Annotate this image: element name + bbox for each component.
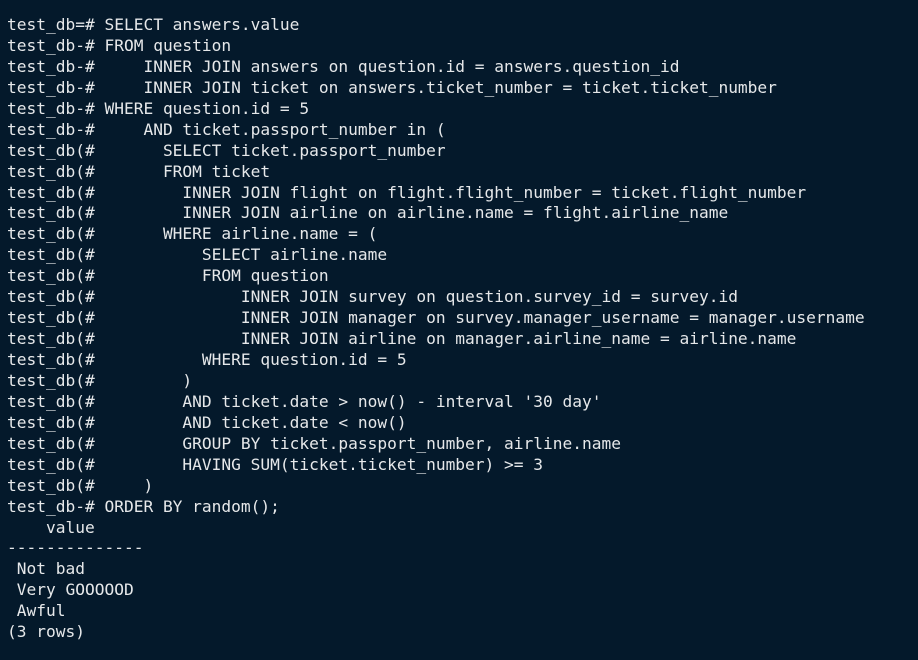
psql-prompt: test_db(# — [7, 350, 95, 369]
psql-prompt: test_db(# — [7, 391, 95, 411]
terminal-line: test_db(# AND ticket.date > now() - inte… — [7, 392, 918, 413]
sql-text: SELECT answers.value — [94, 15, 300, 34]
sql-text: WHERE question.id = 5 — [94, 98, 310, 118]
sql-text: FROM question — [94, 35, 232, 55]
result-row-count: (3 rows) — [7, 622, 85, 642]
terminal-line: test_db(# ) — [7, 371, 918, 392]
terminal-line: test_db(# ) — [7, 476, 918, 497]
sql-text: ) — [94, 475, 154, 495]
terminal-line: test_db-# INNER JOIN ticket on answers.t… — [7, 78, 918, 99]
sql-text: AND ticket.date < now() — [94, 412, 407, 432]
terminal-line: test_db(# INNER JOIN airline on manager.… — [7, 329, 918, 350]
psql-prompt: test_db-# — [7, 496, 95, 516]
psql-prompt: test_db(# — [7, 329, 95, 349]
psql-prompt: test_db(# — [7, 287, 95, 307]
result-row: Very GOOOOOD — [7, 580, 134, 600]
sql-text: HAVING SUM(ticket.ticket_number) >= 3 — [94, 454, 544, 474]
terminal-line: test_db(# INNER JOIN airline on airline.… — [7, 203, 918, 224]
terminal-line: test_db=# SELECT answers.value — [7, 15, 918, 36]
sql-text: AND ticket.passport_number in ( — [94, 119, 446, 139]
psql-prompt: test_db(# — [7, 182, 95, 202]
sql-text: ORDER BY random(); — [94, 496, 280, 516]
psql-prompt: test_db-# — [7, 119, 95, 139]
sql-text: FROM question — [94, 266, 329, 286]
sql-text: FROM ticket — [94, 161, 271, 181]
psql-prompt: test_db-# — [7, 77, 95, 97]
terminal-line: test_db-# INNER JOIN answers on question… — [7, 57, 918, 78]
terminal-line: test_db(# INNER JOIN survey on question.… — [7, 287, 918, 308]
psql-prompt: test_db(# — [7, 412, 95, 432]
psql-prompt: test_db(# — [7, 370, 95, 390]
terminal-line: test_db(# SELECT airline.name — [7, 245, 918, 266]
sql-text: INNER JOIN airline on manager.airline_na… — [94, 329, 797, 349]
result-row: Awful — [7, 601, 66, 621]
terminal-line: test_db(# INNER JOIN manager on survey.m… — [7, 308, 918, 329]
sql-text: WHERE airline.name = ( — [94, 224, 378, 244]
terminal-line: test_db(# GROUP BY ticket.passport_numbe… — [7, 434, 918, 455]
sql-text: INNER JOIN manager on survey.manager_use… — [94, 308, 865, 328]
sql-text: AND ticket.date > now() - interval '30 d… — [94, 391, 602, 411]
terminal-line: test_db(# WHERE question.id = 5 — [7, 350, 918, 371]
psql-prompt: test_db(# — [7, 308, 95, 328]
psql-prompt: test_db(# — [7, 245, 95, 265]
sql-query: test_db=# SELECT answers.value test_db-# … — [7, 15, 918, 518]
sql-text: SELECT airline.name — [94, 245, 388, 265]
terminal-line: test_db(# HAVING SUM(ticket.ticket_numbe… — [7, 455, 918, 476]
terminal-line: test_db(# FROM ticket — [7, 162, 918, 183]
terminal-line: test_db(# WHERE airline.name = ( — [7, 224, 918, 245]
terminal-line: test_db-# ORDER BY random(); — [7, 497, 918, 518]
terminal-line: test_db(# AND ticket.date < now() — [7, 413, 918, 434]
result-header: value — [7, 517, 95, 537]
sql-text: INNER JOIN airline on airline.name = fli… — [94, 203, 729, 223]
terminal-line: test_db-# FROM question — [7, 36, 918, 57]
psql-prompt: test_db(# — [7, 433, 95, 453]
sql-text: INNER JOIN answers on question.id = answ… — [94, 56, 680, 76]
sql-text: SELECT ticket.passport_number — [94, 140, 446, 160]
sql-text: ) — [94, 370, 193, 390]
psql-prompt: test_db(# — [7, 266, 95, 286]
psql-prompt: test_db(# — [7, 140, 95, 160]
sql-text: INNER JOIN survey on question.survey_id … — [94, 287, 738, 307]
terminal-line: test_db-# WHERE question.id = 5 — [7, 99, 918, 120]
result-separator: -------------- — [7, 538, 144, 558]
terminal-line: test_db(# FROM question — [7, 266, 918, 287]
terminal-window[interactable]: test_db=# SELECT answers.value test_db-# … — [0, 0, 918, 660]
result-row: Not bad — [7, 559, 85, 579]
terminal-line: test_db(# INNER JOIN flight on flight.fl… — [7, 183, 918, 204]
psql-prompt: test_db(# — [7, 224, 95, 244]
psql-prompt: test_db-# — [7, 98, 95, 118]
psql-prompt: test_db-# — [7, 35, 95, 55]
sql-text: INNER JOIN ticket on answers.ticket_numb… — [94, 77, 777, 97]
psql-prompt: test_db(# — [7, 475, 95, 495]
terminal-line: test_db-# AND ticket.passport_number in … — [7, 120, 918, 141]
sql-text: WHERE question.id = 5 — [94, 350, 407, 369]
sql-text: INNER JOIN flight on flight.flight_numbe… — [94, 182, 807, 202]
psql-prompt: test_db(# — [7, 161, 95, 181]
psql-prompt: test_db-# — [7, 56, 95, 76]
psql-prompt: test_db=# — [7, 15, 95, 34]
terminal-line: test_db(# SELECT ticket.passport_number — [7, 141, 918, 162]
sql-text: GROUP BY ticket.passport_number, airline… — [94, 433, 621, 453]
psql-prompt: test_db(# — [7, 203, 95, 223]
psql-prompt: test_db(# — [7, 454, 95, 474]
